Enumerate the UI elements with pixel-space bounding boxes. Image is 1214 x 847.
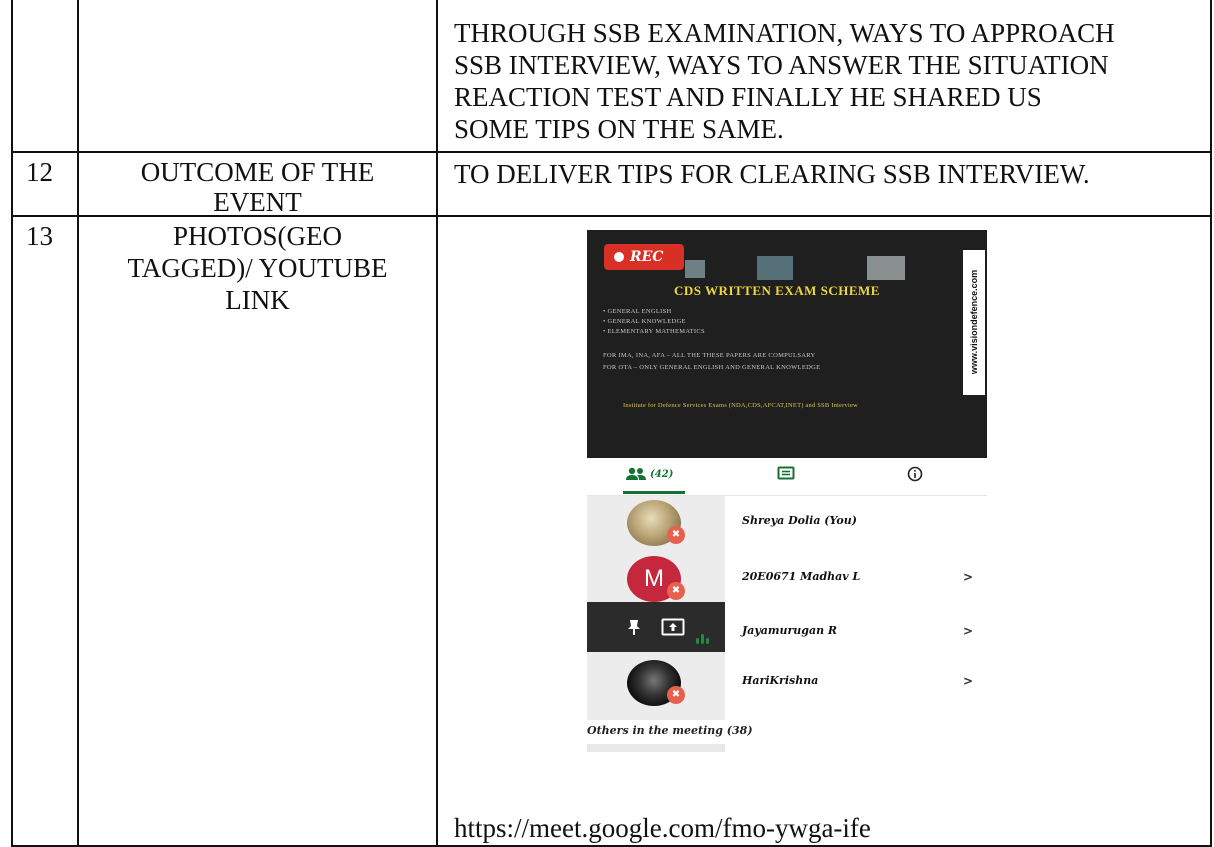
meeting-screenshot: REC CDS WRITTEN EXAM SCHEME • GENERAL EN… — [587, 230, 989, 760]
recording-badge: REC — [604, 244, 684, 270]
chat-icon — [777, 466, 795, 480]
row12-label: OUTCOME OF THE EVENT — [79, 157, 436, 217]
participant-row[interactable]: M ✖ 20E0671 Madhav L > — [587, 552, 987, 608]
row1-content-line: SSB INTERVIEW, WAYS TO ANSWER THE SITUAT… — [454, 50, 1109, 80]
row1-content-line: REACTION TEST AND FINALLY HE SHARED US — [454, 82, 1042, 112]
slide-logo-left — [685, 260, 705, 278]
table-border-left — [11, 0, 13, 847]
slide-line: FOR OTA – ONLY GENERAL ENGLISH AND GENER… — [603, 364, 821, 371]
slide-website-banner: www.visiondefence.com — [963, 250, 985, 395]
people-icon — [626, 468, 646, 481]
slide-title: CDS WRITTEN EXAM SCHEME — [674, 283, 880, 298]
presenting-icon — [661, 618, 685, 636]
presentation-slide: REC CDS WRITTEN EXAM SCHEME • GENERAL EN… — [587, 230, 987, 458]
row1-content-line: SOME TIPS ON THE SAME. — [454, 114, 784, 144]
slide-line: • ELEMENTARY MATHEMATICS — [603, 328, 705, 335]
row12-number: 12 — [26, 157, 53, 187]
row12-label-line: EVENT — [213, 187, 302, 217]
row13-label-line: PHOTOS(GEO — [172, 221, 342, 251]
chevron-right-icon: > — [963, 624, 974, 638]
slide-image-right — [867, 256, 905, 280]
chevron-right-icon: > — [963, 570, 974, 584]
meeting-link[interactable]: https://meet.google.com/fmo-ywga-ife — [454, 813, 871, 843]
chevron-right-icon: > — [963, 674, 974, 688]
people-count: (42) — [650, 469, 674, 480]
active-tab-indicator — [623, 491, 685, 494]
row12-label-line: OUTCOME OF THE — [140, 157, 375, 187]
row13-label-line: TAGGED)/ YOUTUBE — [127, 253, 388, 283]
slide-line: FOR IMA, INA, AFA – ALL THE THESE PAPERS… — [603, 352, 816, 359]
table-row-divider-1 — [11, 151, 1212, 153]
table-border-col2 — [436, 0, 438, 847]
tab-chat[interactable] — [777, 466, 795, 486]
participant-name: Jayamurugan R — [742, 624, 838, 637]
speaking-indicator-icon — [696, 634, 709, 644]
row13-label: PHOTOS(GEO TAGGED)/ YOUTUBE LINK — [79, 221, 436, 315]
collapsed-list-bar[interactable] — [587, 744, 725, 752]
row1-content: THROUGH SSB EXAMINATION, WAYS TO APPROAC… — [454, 18, 1115, 144]
participant-row[interactable]: Jayamurugan R > — [587, 602, 987, 658]
participant-name: Shreya Dolia (You) — [742, 514, 857, 527]
tab-people[interactable]: (42) — [625, 466, 673, 481]
recording-label: REC — [630, 249, 664, 265]
slide-line: • GENERAL ENGLISH — [603, 308, 672, 315]
row1-content-line: THROUGH SSB EXAMINATION, WAYS TO APPROAC… — [454, 18, 1115, 48]
slide-institute: Institute for Defence Services Exams (ND… — [623, 402, 858, 409]
participant-name: HariKrishna — [742, 674, 819, 687]
slide-website: www.visiondefence.com — [969, 269, 979, 375]
slide-image-center — [757, 256, 793, 280]
table-border-col1 — [77, 0, 79, 847]
meeting-tabs: (42) — [587, 458, 987, 496]
tab-info[interactable] — [907, 466, 923, 486]
slide-line: • GENERAL KNOWLEDGE — [603, 318, 686, 325]
record-dot-icon — [614, 252, 624, 262]
table-border-right — [1210, 0, 1212, 847]
mic-off-icon: ✖ — [667, 526, 685, 544]
info-icon — [907, 466, 923, 482]
row13-number: 13 — [26, 221, 53, 251]
row12-content: TO DELIVER TIPS FOR CLEARING SSB INTERVI… — [454, 159, 1090, 189]
others-in-meeting-label: Others in the meeting (38) — [587, 724, 753, 737]
mic-off-icon: ✖ — [667, 686, 685, 704]
mic-off-icon: ✖ — [667, 582, 685, 600]
pin-icon[interactable] — [625, 618, 643, 636]
participant-name: 20E0671 Madhav L — [742, 570, 861, 583]
participant-row[interactable]: ✖ HariKrishna > — [587, 656, 987, 712]
row13-label-line: LINK — [225, 285, 290, 315]
participant-row[interactable]: ✖ Shreya Dolia (You) — [587, 496, 987, 552]
